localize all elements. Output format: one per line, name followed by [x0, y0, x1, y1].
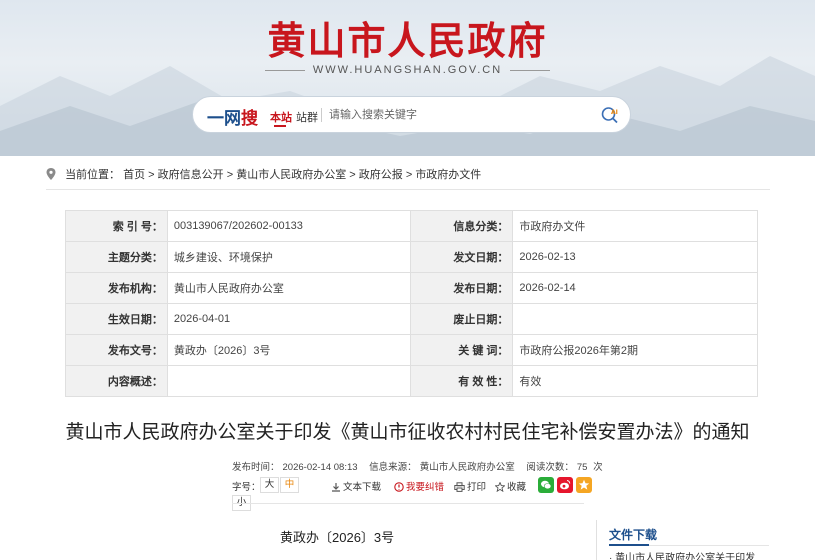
publish-time-label: 发布时间：	[232, 462, 280, 473]
breadcrumb-item-gov-info[interactable]: 政府信息公开	[158, 169, 224, 181]
summary-label: 内容概述：	[65, 365, 168, 397]
search-ai-icon[interactable]: AI	[600, 105, 620, 125]
breadcrumb-separator: >	[145, 169, 158, 181]
breadcrumb-item-documents[interactable]: 市政府办文件	[415, 169, 481, 181]
download-text-button[interactable]: 文本下载	[331, 479, 381, 493]
info-category-label: 信息分类：	[409, 210, 514, 242]
favorite-button[interactable]: 收藏	[495, 479, 526, 493]
table-row: 发布文号： 黄政办〔2026〕3号 关 键 词： 市政府公报2026年第2期	[65, 334, 758, 366]
summary-value	[166, 365, 411, 397]
source: 黄山市人民政府办公室	[419, 462, 515, 473]
search-divider	[321, 108, 322, 122]
table-row: 发布机构： 黄山市人民政府办公室 发布日期： 2026-02-14	[65, 272, 758, 304]
breadcrumb-item-office[interactable]: 黄山市人民政府办公室	[236, 169, 346, 181]
breadcrumb-separator: >	[346, 169, 359, 181]
views-count: 75	[576, 462, 588, 473]
font-size-label: 字号：	[232, 482, 261, 493]
table-row: 索 引 号： 003139067/202602-00133 信息分类： 市政府办…	[65, 210, 758, 242]
views-label: 阅读次数：	[526, 462, 574, 473]
publish-date-label: 发布日期：	[409, 272, 514, 304]
keywords-value: 市政府公报2026年第2期	[512, 334, 758, 366]
publisher-value: 黄山市人民政府办公室	[166, 272, 411, 304]
source-label: 信息来源：	[369, 462, 417, 473]
breadcrumb: 当前位置： 首页 > 政府信息公开 > 黄山市人民政府办公室 > 政府公报 > …	[46, 162, 770, 190]
publisher-label: 发布机构：	[65, 272, 168, 304]
download-icon	[332, 483, 340, 492]
table-row: 生效日期： 2026-04-01 废止日期：	[65, 303, 758, 335]
weibo-share-button[interactable]	[557, 477, 573, 493]
qzone-share-button[interactable]	[576, 477, 592, 493]
breadcrumb-prefix: 当前位置：	[65, 169, 121, 181]
publish-time: 2026-02-14 08:13	[282, 462, 358, 473]
effective-date-label: 生效日期：	[65, 303, 168, 335]
effective-date-value: 2026-04-01	[166, 303, 411, 335]
star-icon	[495, 482, 505, 492]
site-title: 黄山市人民政府	[267, 21, 548, 63]
file-download-title: 文件下载	[609, 528, 658, 542]
site-url: WWW.HUANGSHAN.GOV.CN	[0, 64, 815, 76]
document-info-table: 索 引 号： 003139067/202602-00133 信息分类： 市政府办…	[65, 210, 758, 397]
search-scope-group[interactable]: 站群	[296, 109, 318, 125]
wechat-icon	[541, 480, 552, 490]
location-pin-icon	[46, 168, 56, 180]
validity-value: 有效	[512, 365, 758, 397]
repeal-date-value	[512, 303, 758, 335]
breadcrumb-item-gazette[interactable]: 政府公报	[359, 169, 403, 181]
index-number-label: 索 引 号：	[65, 210, 168, 242]
issue-date-label: 发文日期：	[409, 241, 514, 273]
breadcrumb-separator: >	[223, 169, 237, 181]
article-divider	[232, 503, 584, 504]
document-number-label: 发布文号：	[65, 334, 168, 366]
wechat-share-button[interactable]	[538, 477, 554, 493]
font-size-large-button[interactable]: 大	[260, 477, 279, 493]
document-number-value: 黄政办〔2026〕3号	[166, 334, 411, 366]
file-download-underline	[609, 544, 769, 546]
error-report-icon	[394, 482, 404, 492]
article-meta: 发布时间： 2026-02-14 08:13 信息来源： 黄山市人民政府办公室 阅读…	[232, 459, 606, 473]
table-row: 主题分类： 城乡建设、环境保护 发文日期： 2026-02-13	[65, 241, 758, 273]
weibo-icon	[560, 480, 571, 490]
font-size-medium-button[interactable]: 中	[280, 477, 299, 493]
search-box: 一网搜 本站 站群 AI	[192, 96, 631, 133]
publish-date-value: 2026-02-14	[512, 272, 758, 304]
table-row: 内容概述： 有 效 性： 有效	[65, 365, 758, 397]
repeal-date-label: 废止日期：	[409, 303, 514, 335]
keywords-label: 关 键 词：	[409, 334, 514, 366]
print-button[interactable]: 打印	[454, 479, 486, 493]
topic-category-label: 主题分类：	[65, 241, 168, 273]
index-number-value: 003139067/202602-00133	[166, 210, 411, 242]
article-document-number: 黄政办〔2026〕3号	[280, 530, 395, 545]
views-unit: 次	[593, 462, 603, 473]
qzone-icon	[578, 479, 590, 490]
info-category-value: 市政府办文件	[512, 210, 758, 242]
search-brand-logo: 一网搜	[207, 109, 258, 128]
breadcrumb-item-home[interactable]: 首页	[123, 169, 145, 181]
svg-text:AI: AI	[611, 109, 618, 116]
file-download-item[interactable]: 黄山市人民政府办公室关于印发	[609, 549, 755, 560]
breadcrumb-separator: >	[402, 169, 416, 181]
site-header: 黄山市人民政府 WWW.HUANGSHAN.GOV.CN 一网搜 本站 站群 A…	[0, 0, 815, 156]
issue-date-value: 2026-02-13	[512, 241, 758, 273]
print-icon	[454, 482, 465, 492]
search-scope-site[interactable]: 本站	[270, 109, 292, 127]
search-input[interactable]	[329, 105, 589, 125]
file-download-panel: 文件下载 黄山市人民政府办公室关于印发	[596, 520, 776, 560]
article-title: 黄山市人民政府办公室关于印发《黄山市征收农村村民住宅补偿安置办法》的通知	[65, 422, 750, 443]
error-report-button[interactable]: 我要纠错	[394, 479, 444, 493]
topic-category-value: 城乡建设、环境保护	[166, 241, 411, 273]
validity-label: 有 效 性：	[409, 365, 514, 397]
